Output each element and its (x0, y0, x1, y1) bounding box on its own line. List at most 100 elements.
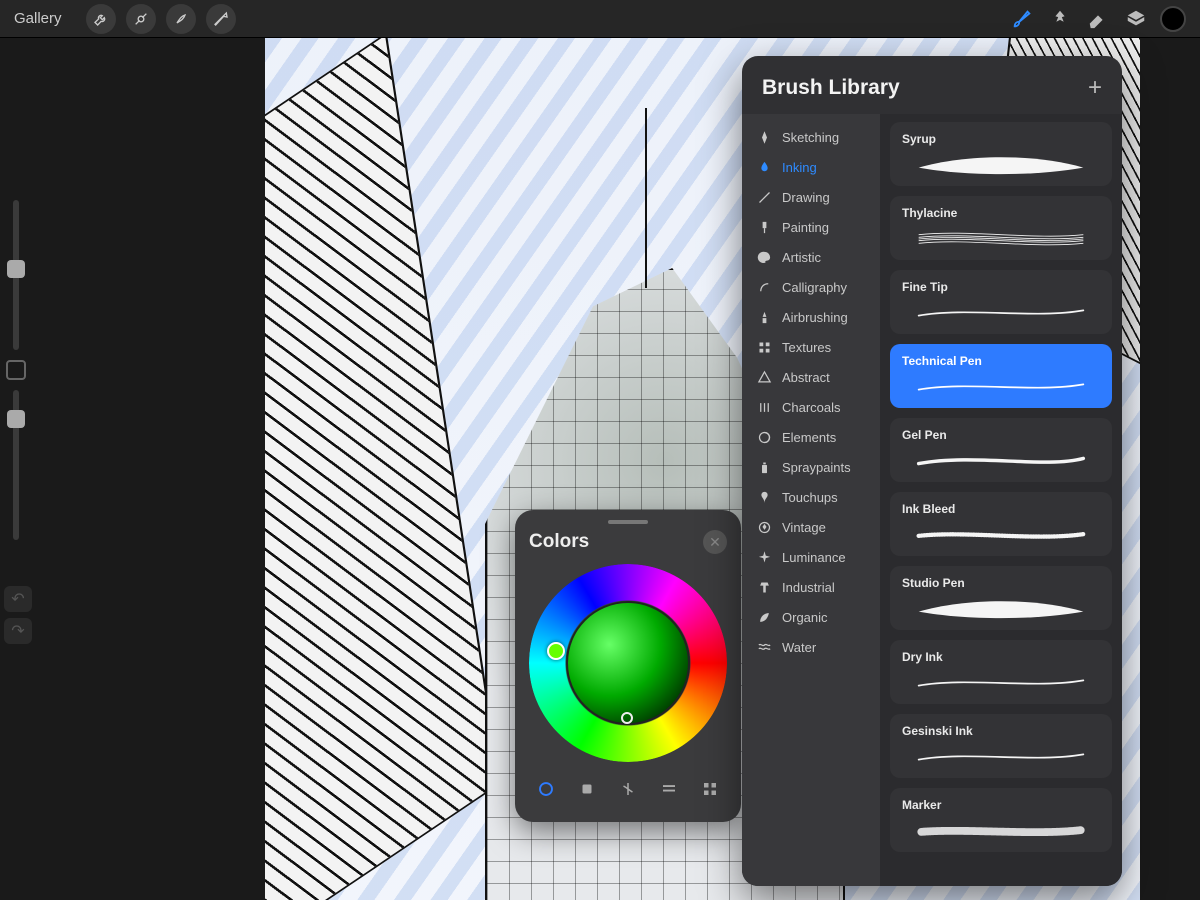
category-label: Painting (782, 220, 829, 235)
category-textures[interactable]: Textures (742, 332, 880, 362)
smudge-tool-icon[interactable] (1046, 5, 1074, 33)
classic-mode-icon[interactable] (574, 776, 600, 802)
layers-icon[interactable] (1122, 5, 1150, 33)
category-label: Textures (782, 340, 831, 355)
category-luminance[interactable]: Luminance (742, 542, 880, 572)
category-label: Sketching (782, 130, 839, 145)
category-industrial[interactable]: Industrial (742, 572, 880, 602)
brush-gesinski-ink[interactable]: Gesinski Ink (890, 714, 1112, 778)
brush-name: Fine Tip (902, 280, 1100, 294)
selection-icon[interactable] (166, 4, 196, 34)
brush-marker[interactable]: Marker (890, 788, 1112, 852)
sketching-icon (756, 129, 772, 145)
category-label: Vintage (782, 520, 826, 535)
brush-preview (902, 670, 1100, 696)
category-painting[interactable]: Painting (742, 212, 880, 242)
brush-name: Dry Ink (902, 650, 1100, 664)
category-airbrushing[interactable]: Airbrushing (742, 302, 880, 332)
eraser-tool-icon[interactable] (1084, 5, 1112, 33)
saturation-handle[interactable] (621, 712, 633, 724)
brush-thylacine[interactable]: Thylacine (890, 196, 1112, 260)
brush-preview (902, 374, 1100, 400)
airbrushing-icon (756, 309, 772, 325)
left-sidebar (6, 200, 26, 630)
brush-preview (902, 522, 1100, 548)
category-label: Inking (782, 160, 817, 175)
brush-name: Ink Bleed (902, 502, 1100, 516)
brush-name: Studio Pen (902, 576, 1100, 590)
category-label: Spraypaints (782, 460, 851, 475)
category-vintage[interactable]: Vintage (742, 512, 880, 542)
textures-icon (756, 339, 772, 355)
category-label: Organic (782, 610, 828, 625)
adjustments-icon[interactable] (126, 4, 156, 34)
brush-preview (902, 448, 1100, 474)
category-organic[interactable]: Organic (742, 602, 880, 632)
category-label: Drawing (782, 190, 830, 205)
category-inking[interactable]: Inking (742, 152, 880, 182)
brush-name: Syrup (902, 132, 1100, 146)
wrench-icon[interactable] (86, 4, 116, 34)
brush-syrup[interactable]: Syrup (890, 122, 1112, 186)
vintage-icon (756, 519, 772, 535)
category-sketching[interactable]: Sketching (742, 122, 880, 152)
brush-fine-tip[interactable]: Fine Tip (890, 270, 1112, 334)
category-charcoals[interactable]: Charcoals (742, 392, 880, 422)
category-label: Industrial (782, 580, 835, 595)
category-drawing[interactable]: Drawing (742, 182, 880, 212)
brush-name: Gel Pen (902, 428, 1100, 442)
drag-handle-icon[interactable] (608, 520, 648, 524)
brush-studio-pen[interactable]: Studio Pen (890, 566, 1112, 630)
colors-panel[interactable]: Colors ✕ (515, 510, 741, 822)
brush-preview (902, 596, 1100, 622)
touchups-icon (756, 489, 772, 505)
inking-icon (756, 159, 772, 175)
calligraphy-icon (756, 279, 772, 295)
brush-name: Gesinski Ink (902, 724, 1100, 738)
hue-handle[interactable] (547, 642, 565, 660)
brush-size-slider[interactable] (13, 200, 19, 350)
modify-button[interactable] (6, 360, 26, 380)
gallery-button[interactable]: Gallery (14, 10, 62, 27)
palettes-mode-icon[interactable] (697, 776, 723, 802)
undo-button[interactable]: ↶ (4, 586, 32, 612)
add-brush-icon[interactable]: + (1088, 74, 1102, 102)
category-touchups[interactable]: Touchups (742, 482, 880, 512)
brush-dry-ink[interactable]: Dry Ink (890, 640, 1112, 704)
brush-technical-pen[interactable]: Technical Pen (890, 344, 1112, 408)
category-abstract[interactable]: Abstract (742, 362, 880, 392)
color-swatch[interactable] (1160, 6, 1186, 32)
color-wheel[interactable] (529, 564, 727, 762)
category-label: Water (782, 640, 816, 655)
brush-ink-bleed[interactable]: Ink Bleed (890, 492, 1112, 556)
category-artistic[interactable]: Artistic (742, 242, 880, 272)
charcoals-icon (756, 399, 772, 415)
category-label: Elements (782, 430, 836, 445)
opacity-slider[interactable] (13, 390, 19, 540)
category-label: Touchups (782, 490, 838, 505)
artistic-icon (756, 249, 772, 265)
brush-name: Thylacine (902, 206, 1100, 220)
brush-preview (902, 744, 1100, 770)
category-label: Artistic (782, 250, 821, 265)
category-water[interactable]: Water (742, 632, 880, 662)
brush-tool-icon[interactable] (1008, 5, 1036, 33)
brush-library-title: Brush Library (762, 76, 900, 100)
transform-icon[interactable] (206, 4, 236, 34)
painting-icon (756, 219, 772, 235)
category-calligraphy[interactable]: Calligraphy (742, 272, 880, 302)
brush-preview (902, 300, 1100, 326)
harmony-mode-icon[interactable] (615, 776, 641, 802)
value-mode-icon[interactable] (656, 776, 682, 802)
category-elements[interactable]: Elements (742, 422, 880, 452)
close-icon[interactable]: ✕ (703, 530, 727, 554)
disc-mode-icon[interactable] (533, 776, 559, 802)
brush-preview (902, 152, 1100, 178)
drawing-icon (756, 189, 772, 205)
brush-gel-pen[interactable]: Gel Pen (890, 418, 1112, 482)
top-toolbar: Gallery (0, 0, 1200, 38)
category-label: Charcoals (782, 400, 841, 415)
category-spraypaints[interactable]: Spraypaints (742, 452, 880, 482)
water-icon (756, 639, 772, 655)
redo-button[interactable]: ↷ (4, 618, 32, 644)
